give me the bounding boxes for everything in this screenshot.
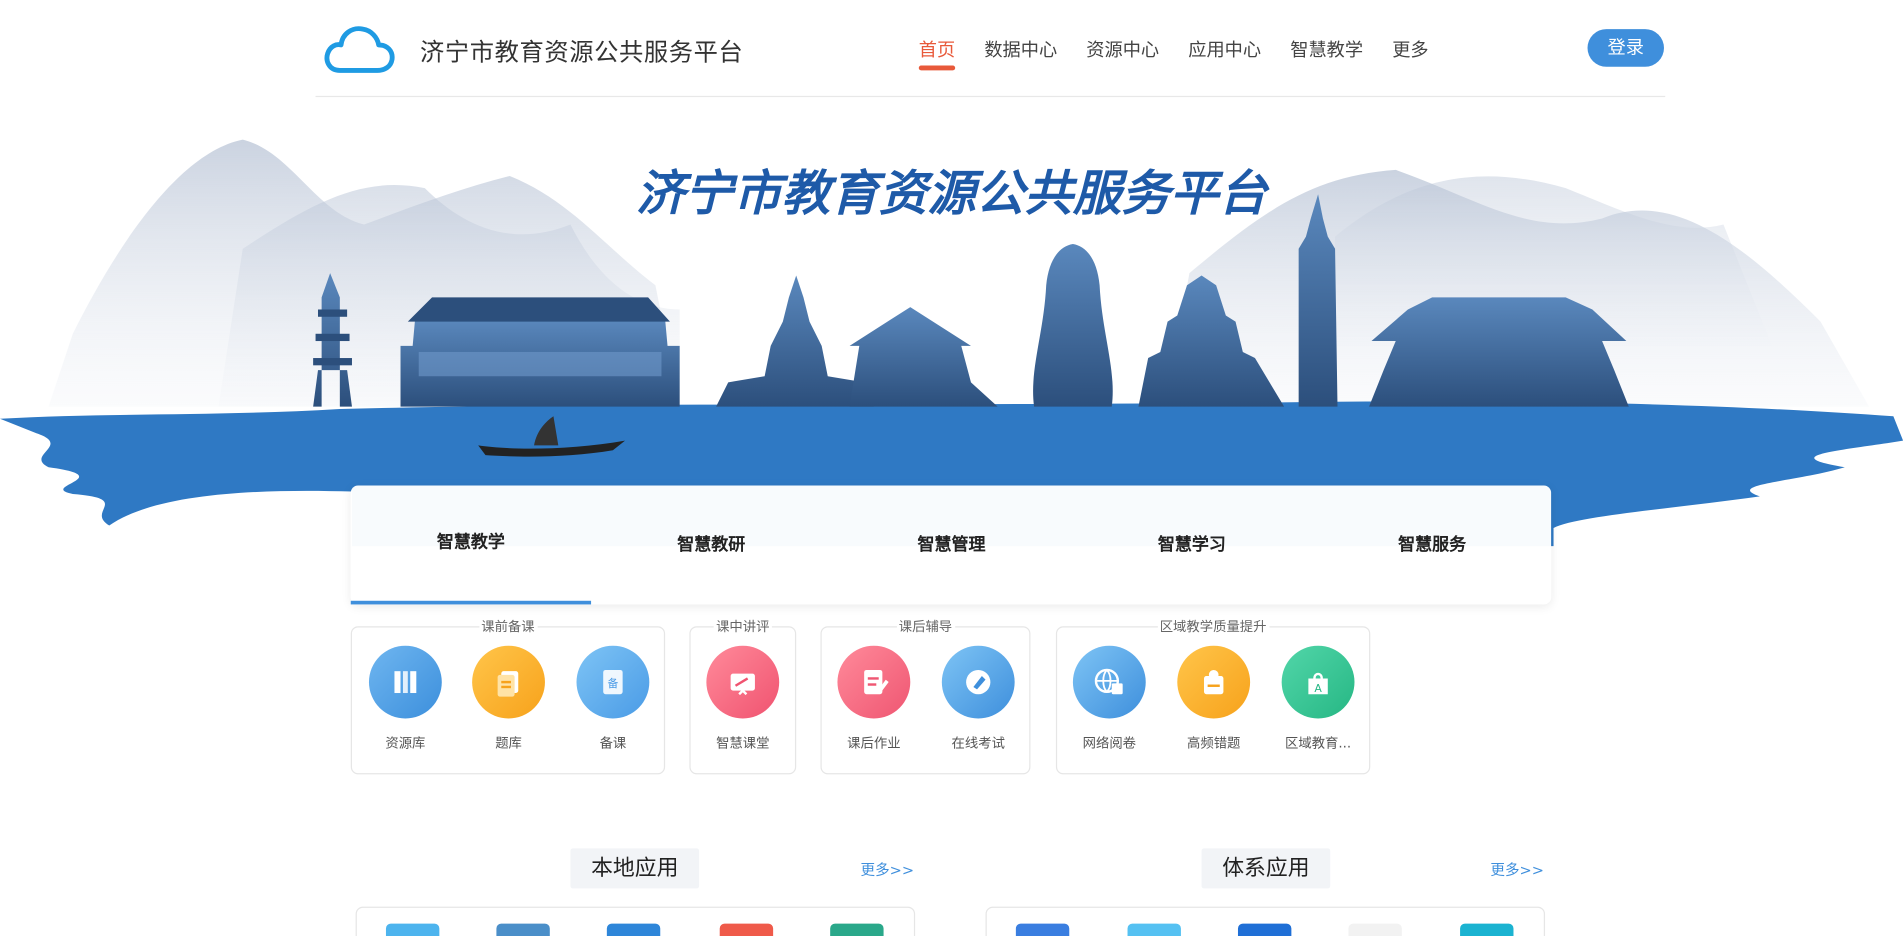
system-app-tile[interactable] — [1237, 923, 1292, 936]
app-lesson-prep[interactable]: 备 备课 — [570, 645, 655, 753]
svg-text:A: A — [1314, 682, 1322, 695]
tab-smart-management[interactable]: 智慧管理 — [831, 532, 1071, 556]
local-app-tile[interactable] — [385, 923, 440, 936]
homework-icon — [864, 669, 889, 695]
grade-a-icon: A — [1308, 672, 1328, 695]
whiteboard-icon — [730, 673, 755, 696]
active-tab-indicator — [350, 600, 592, 605]
app-name: 题库 — [495, 735, 522, 752]
app-name: 高频错题 — [1186, 735, 1241, 752]
local-app-tile[interactable] — [830, 923, 884, 936]
group-label: 区域教学质量提升 — [1157, 618, 1269, 635]
system-app-tile[interactable] — [1127, 923, 1181, 936]
app-name: 智慧课堂 — [716, 735, 770, 752]
group-label: 课前备课 — [478, 618, 538, 635]
section-title-system-apps: 体系应用 — [1201, 848, 1331, 889]
local-app-tile[interactable] — [719, 923, 774, 936]
app-resource-library[interactable]: 资源库 — [363, 645, 448, 753]
system-app-tile[interactable] — [1460, 923, 1514, 936]
group-quality-improvement: 区域教学质量提升 网络阅卷 高频错题 A 区域教育... — [1055, 618, 1371, 775]
login-button[interactable]: 登录 — [1587, 29, 1664, 67]
app-smart-classroom[interactable]: 智慧课堂 — [700, 645, 785, 753]
tab-smart-learning[interactable]: 智慧学习 — [1072, 532, 1312, 556]
exam-pen-icon — [966, 669, 991, 695]
group-label: 课后辅导 — [896, 618, 955, 635]
system-apps-panel — [985, 906, 1546, 936]
group-in-class: 课中讲评 智慧课堂 — [689, 618, 797, 775]
app-frequent-errors[interactable]: 高频错题 — [1171, 645, 1256, 753]
system-app-tile[interactable] — [1348, 923, 1402, 936]
nav-more[interactable]: 更多 — [1392, 36, 1428, 68]
app-homework[interactable]: 课后作业 — [831, 645, 916, 753]
tab-smart-teaching[interactable]: 智慧教学 — [351, 529, 591, 553]
app-regional-education[interactable]: A 区域教育... — [1276, 645, 1361, 753]
local-app-tile[interactable] — [496, 923, 550, 936]
banner-title: 济宁市教育资源公共服务平台 — [636, 167, 1270, 221]
section-title-local-apps: 本地应用 — [570, 848, 700, 889]
local-app-tile[interactable] — [606, 923, 661, 936]
group-pre-class: 课前备课 资源库 题库 备 备课 — [350, 618, 666, 775]
tab-smart-service[interactable]: 智慧服务 — [1312, 532, 1552, 556]
nav-app-center[interactable]: 应用中心 — [1188, 36, 1261, 68]
svg-text:备: 备 — [607, 676, 618, 690]
local-apps-more-link[interactable]: 更多>> — [861, 859, 915, 880]
main-nav: 首页 数据中心 资源中心 应用中心 智慧教学 更多 — [918, 36, 1429, 71]
nav-data-center[interactable]: 数据中心 — [984, 36, 1057, 68]
documents-icon — [497, 671, 519, 697]
app-name: 网络阅卷 — [1082, 735, 1137, 752]
app-online-marking[interactable]: 网络阅卷 — [1067, 645, 1152, 753]
app-online-exam[interactable]: 在线考试 — [936, 645, 1021, 753]
app-name: 在线考试 — [951, 735, 1005, 752]
nav-resource-center[interactable]: 资源中心 — [1086, 36, 1159, 68]
header: 济宁市教育资源公共服务平台 首页 数据中心 资源中心 应用中心 智慧教学 更多 … — [315, 0, 1666, 98]
app-question-bank[interactable]: 题库 — [466, 645, 551, 753]
group-after-class: 课后辅导 课后作业 在线考试 — [820, 618, 1031, 775]
system-apps-more-link[interactable]: 更多>> — [1490, 859, 1544, 880]
local-apps-panel — [355, 906, 916, 936]
globe-icon — [1094, 668, 1123, 695]
site-title: 济宁市教育资源公共服务平台 — [419, 37, 744, 67]
nav-smart-teaching[interactable]: 智慧教学 — [1290, 36, 1363, 68]
nav-home[interactable]: 首页 — [918, 36, 956, 71]
alarm-book-icon — [1203, 669, 1224, 695]
notebook-icon: 备 — [603, 669, 623, 695]
app-name: 资源库 — [385, 735, 426, 752]
system-app-tile[interactable] — [1015, 923, 1070, 936]
app-name: 课后作业 — [847, 735, 901, 752]
group-label: 课中讲评 — [713, 618, 772, 635]
tab-smart-research[interactable]: 智慧教研 — [591, 532, 831, 556]
app-name: 备课 — [599, 735, 627, 752]
cloud-logo-icon — [324, 26, 395, 73]
app-name: 区域教育... — [1285, 735, 1352, 752]
smart-tabs: 智慧教学 智慧教研 智慧管理 智慧学习 智慧服务 — [350, 485, 1552, 605]
books-icon — [394, 671, 417, 694]
